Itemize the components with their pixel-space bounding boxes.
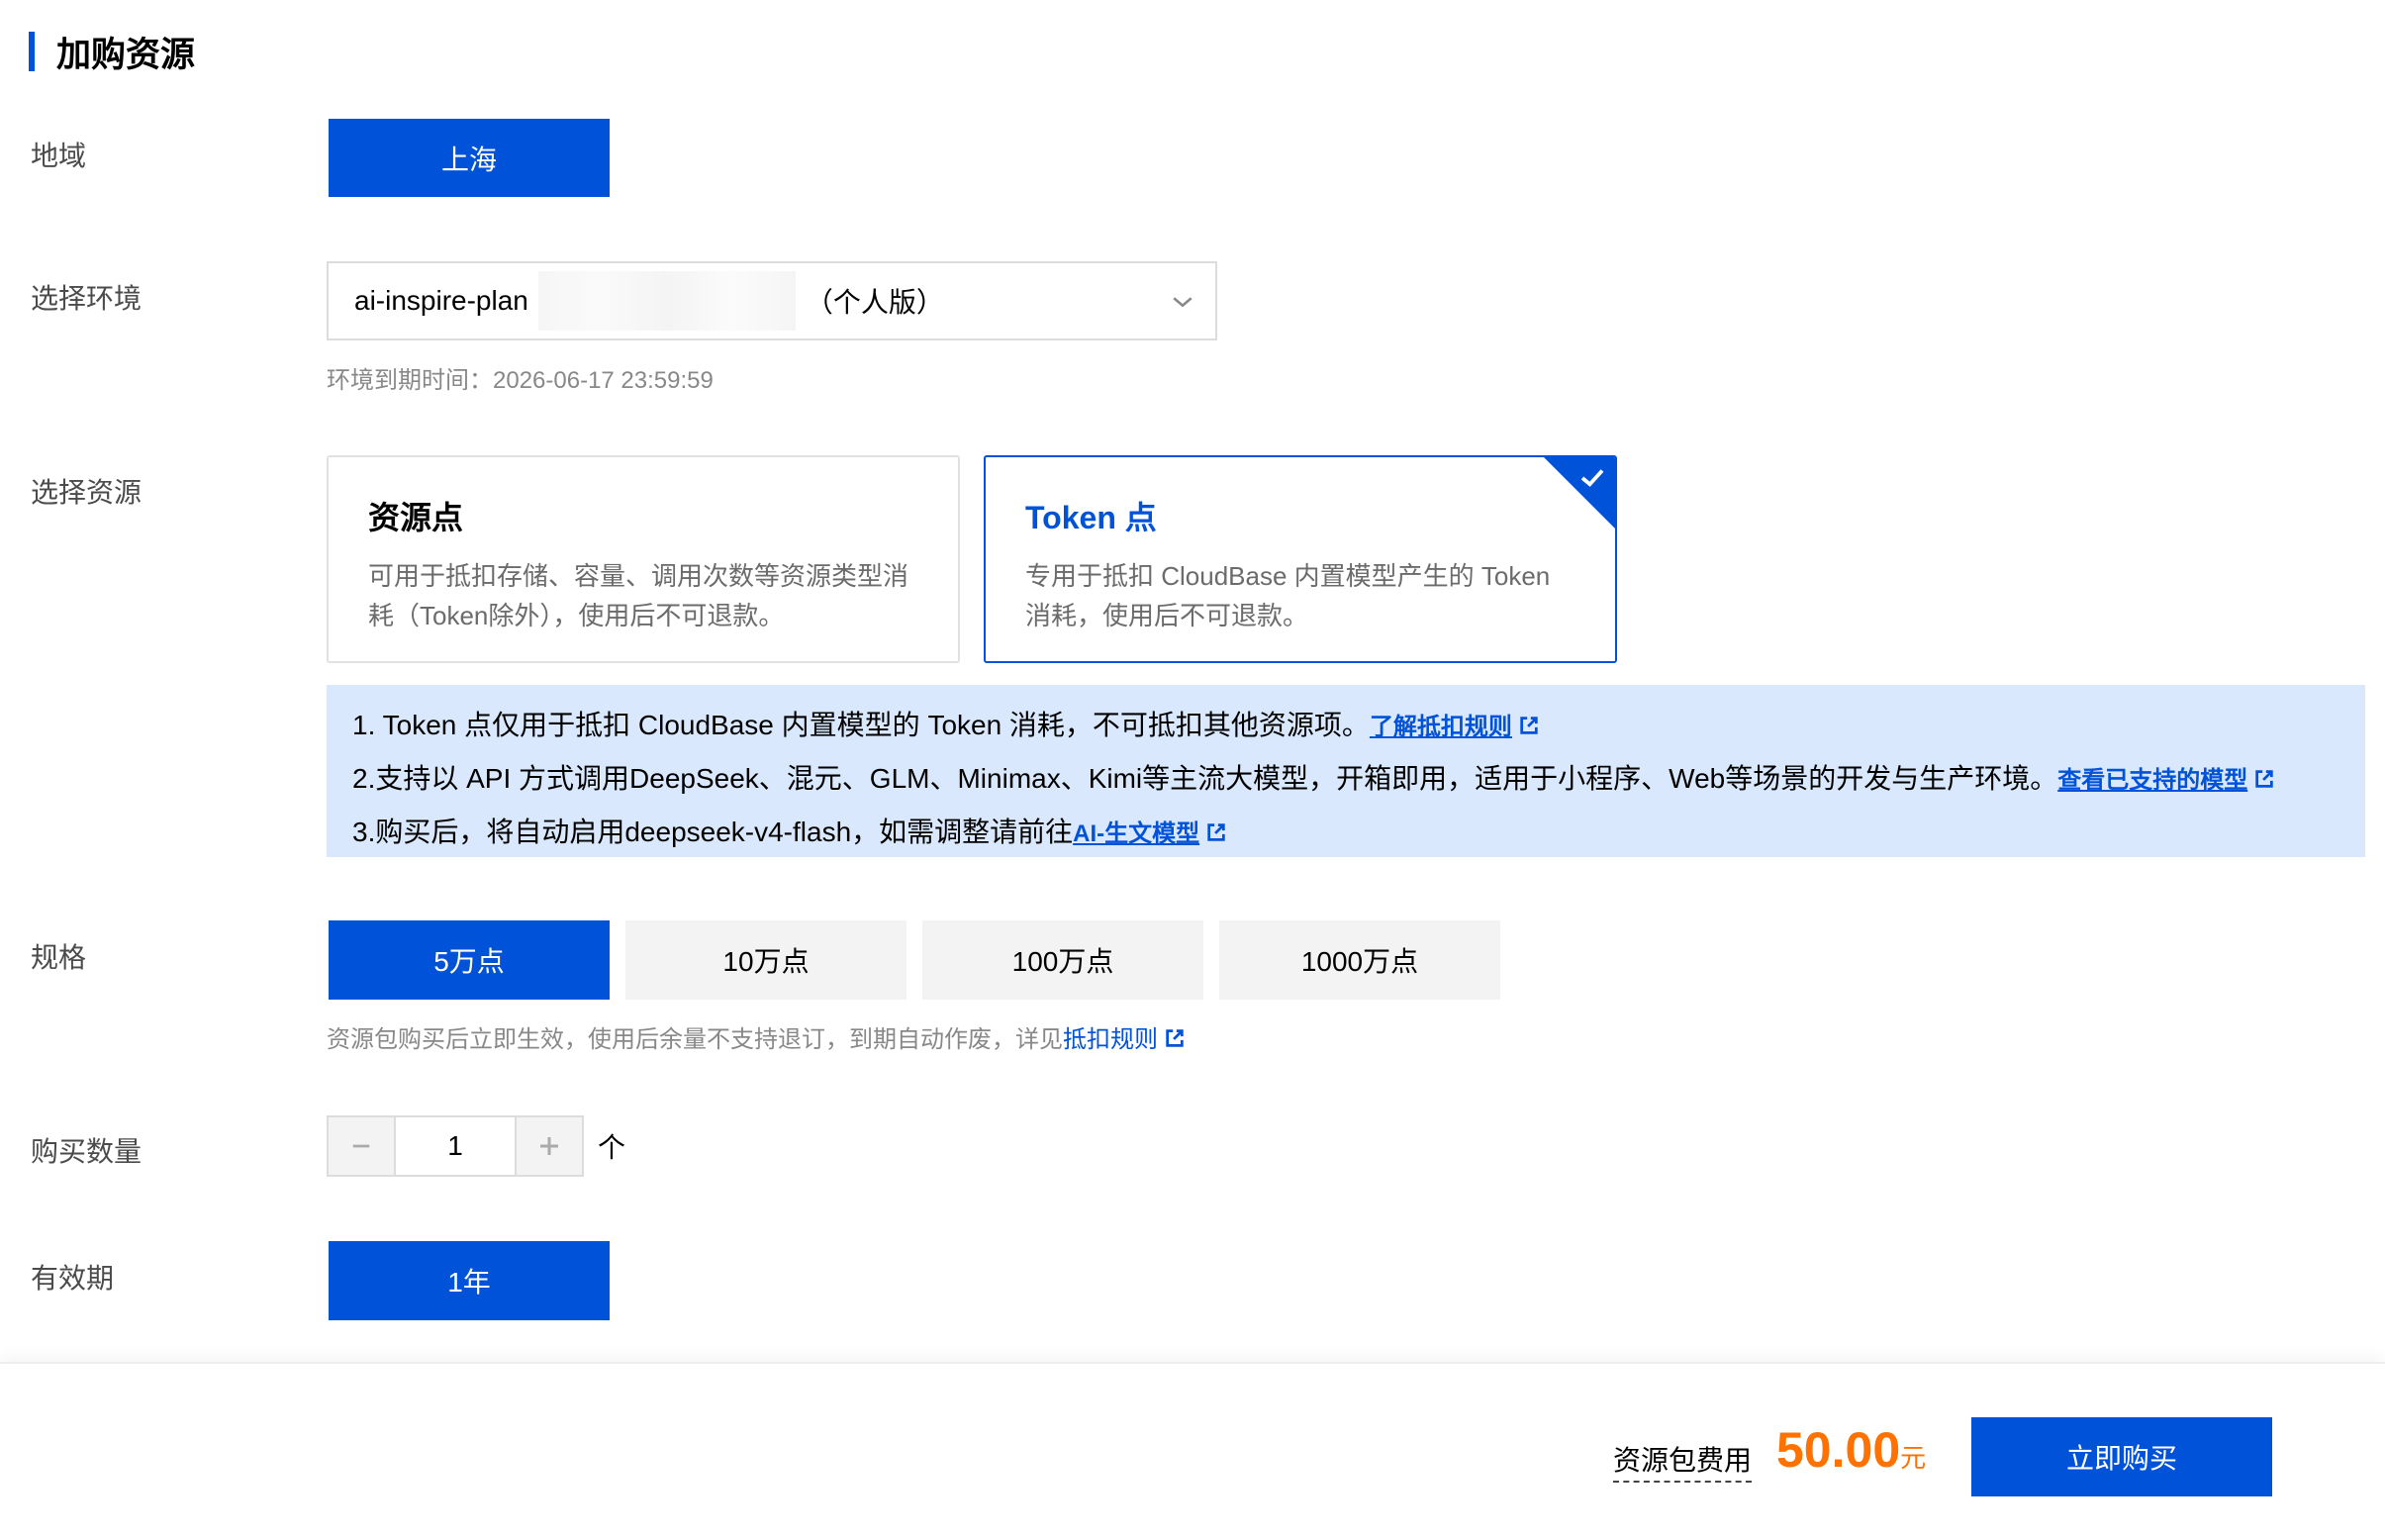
resource-card-token[interactable]: Token 点 专用于抵扣 CloudBase 内置模型产生的 Token 消耗… [984, 455, 1617, 663]
environment-select[interactable]: ai-inspire-plan （个人版） [327, 261, 1217, 340]
spec-option-50k[interactable]: 5万点 [329, 920, 610, 1000]
notice-line-2: 2.支持以 API 方式调用DeepSeek、混元、GLM、Minimax、Ki… [352, 752, 2339, 806]
resource-card-title: Token 点 [1025, 500, 1157, 535]
spec-hint: 资源包购买后立即生效，使用后余量不支持退订，到期自动作废，详见抵扣规则 [327, 1019, 1186, 1054]
quantity-unit: 个 [598, 1132, 626, 1163]
plus-icon [540, 1137, 558, 1155]
section-accent-bar [29, 32, 35, 71]
info-notice: 1. Token 点仅用于抵扣 CloudBase 内置模型的 Token 消耗… [327, 685, 2365, 857]
spec-option-10m[interactable]: 1000万点 [1219, 920, 1500, 1000]
checkout-footer: 资源包费用 50.00元 立即购买 [0, 1362, 2385, 1540]
spec-option-1m[interactable]: 100万点 [922, 920, 1203, 1000]
spec-label: 规格 [31, 942, 87, 973]
notice-line-1: 1. Token 点仅用于抵扣 CloudBase 内置模型的 Token 消耗… [352, 699, 2339, 752]
minus-icon [352, 1144, 370, 1148]
environment-value: ai-inspire-plan [354, 285, 528, 316]
environment-label: 选择环境 [31, 283, 143, 314]
fee-label[interactable]: 资源包费用 [1613, 1439, 1753, 1483]
environment-edition: （个人版） [805, 287, 944, 318]
resource-label: 选择资源 [31, 477, 143, 508]
check-icon [1580, 469, 1604, 487]
currency-unit: 元 [1900, 1443, 1927, 1473]
external-link-icon [2255, 770, 2273, 788]
resource-card-desc: 专用于抵扣 CloudBase 内置模型产生的 Token 消耗，使用后不可退款… [1025, 561, 1551, 630]
validity-option-1-year[interactable]: 1年 [329, 1241, 610, 1320]
supported-models-link[interactable]: 查看已支持的模型 [2057, 767, 2247, 794]
resource-card-title: 资源点 [368, 500, 464, 535]
quantity-input[interactable]: 1 [396, 1115, 515, 1177]
quantity-label: 购买数量 [31, 1136, 143, 1167]
page-title: 加购资源 [56, 35, 196, 74]
external-link-icon [1207, 823, 1225, 841]
region-label: 地域 [31, 141, 87, 171]
fee-amount: 50.00元 [1776, 1422, 1927, 1478]
spec-rules-link[interactable]: 抵扣规则 [1063, 1026, 1158, 1053]
ai-text-model-link[interactable]: AI-生文模型 [1073, 820, 1199, 847]
quantity-stepper: 1 个 [327, 1115, 625, 1177]
spec-option-100k[interactable]: 10万点 [625, 920, 906, 1000]
section-header: 加购资源 [29, 30, 195, 74]
validity-label: 有效期 [31, 1263, 115, 1294]
notice-line-3: 3.购买后，将自动启用deepseek-v4-flash，如需调整请前往AI-生… [352, 806, 2339, 859]
chevron-down-icon [1173, 297, 1192, 308]
buy-now-button[interactable]: 立即购买 [1971, 1417, 2272, 1496]
external-link-icon [1520, 717, 1538, 734]
external-link-icon [1166, 1029, 1184, 1047]
deduction-rules-link[interactable]: 了解抵扣规则 [1370, 714, 1512, 740]
increment-button[interactable] [515, 1115, 584, 1177]
environment-id-redacted [537, 271, 796, 331]
resource-card-desc: 可用于抵扣存储、容量、调用次数等资源类型消耗（Token除外），使用后不可退款。 [368, 561, 909, 630]
decrement-button[interactable] [327, 1115, 396, 1177]
resource-card-points[interactable]: 资源点 可用于抵扣存储、容量、调用次数等资源类型消耗（Token除外），使用后不… [327, 455, 960, 663]
region-option-shanghai[interactable]: 上海 [329, 119, 610, 197]
environment-expire-hint: 环境到期时间：2026-06-17 23:59:59 [327, 367, 714, 394]
